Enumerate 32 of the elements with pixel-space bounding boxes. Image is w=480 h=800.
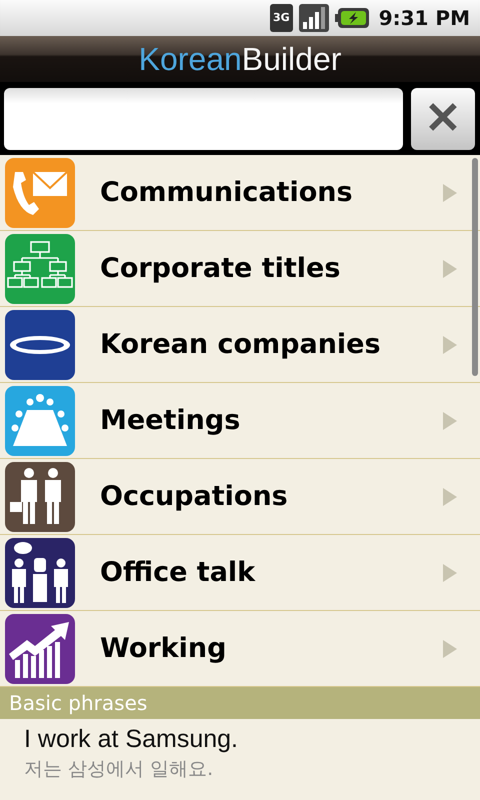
search-field[interactable]	[4, 88, 403, 150]
category-item[interactable]: Communications	[0, 155, 480, 231]
clock: 9:31 PM	[378, 6, 470, 30]
category-item[interactable]: Office talk	[0, 535, 480, 611]
chevron-icon	[442, 258, 458, 278]
category-label: Corporate titles	[100, 253, 342, 284]
network-indicator: 3G	[270, 4, 293, 32]
battery-icon	[334, 8, 369, 28]
category-label: Working	[100, 633, 228, 664]
clear-button[interactable]: ✕	[411, 88, 475, 150]
chevron-icon	[442, 562, 458, 582]
category-item[interactable]: Occupations	[0, 459, 480, 535]
app-title-builder: Builder	[242, 40, 342, 78]
chevron-icon	[442, 638, 458, 658]
category-label: Occupations	[100, 481, 289, 512]
section-title: Basic phrases	[9, 691, 148, 715]
chevron-icon	[442, 410, 458, 430]
chevron-icon	[442, 486, 458, 506]
category-item[interactable]: Meetings	[0, 383, 480, 459]
category-label: Communications	[100, 177, 354, 208]
category-label: Korean companies	[100, 329, 382, 360]
category-label: Office talk	[100, 557, 256, 588]
phrase-korean: 저는 삼성에서 일해요.	[24, 757, 214, 782]
category-item[interactable]: Working	[0, 611, 480, 687]
chevron-icon	[442, 334, 458, 354]
app-title-korean: Korean	[138, 40, 242, 78]
phrase-english: I work at Samsung.	[24, 725, 239, 754]
signal-icon	[298, 4, 329, 32]
category-label: Meetings	[100, 405, 242, 436]
chevron-icon	[442, 182, 458, 202]
category-item[interactable]: Korean companies	[0, 307, 480, 383]
category-item[interactable]: Corporate titles	[0, 231, 480, 307]
